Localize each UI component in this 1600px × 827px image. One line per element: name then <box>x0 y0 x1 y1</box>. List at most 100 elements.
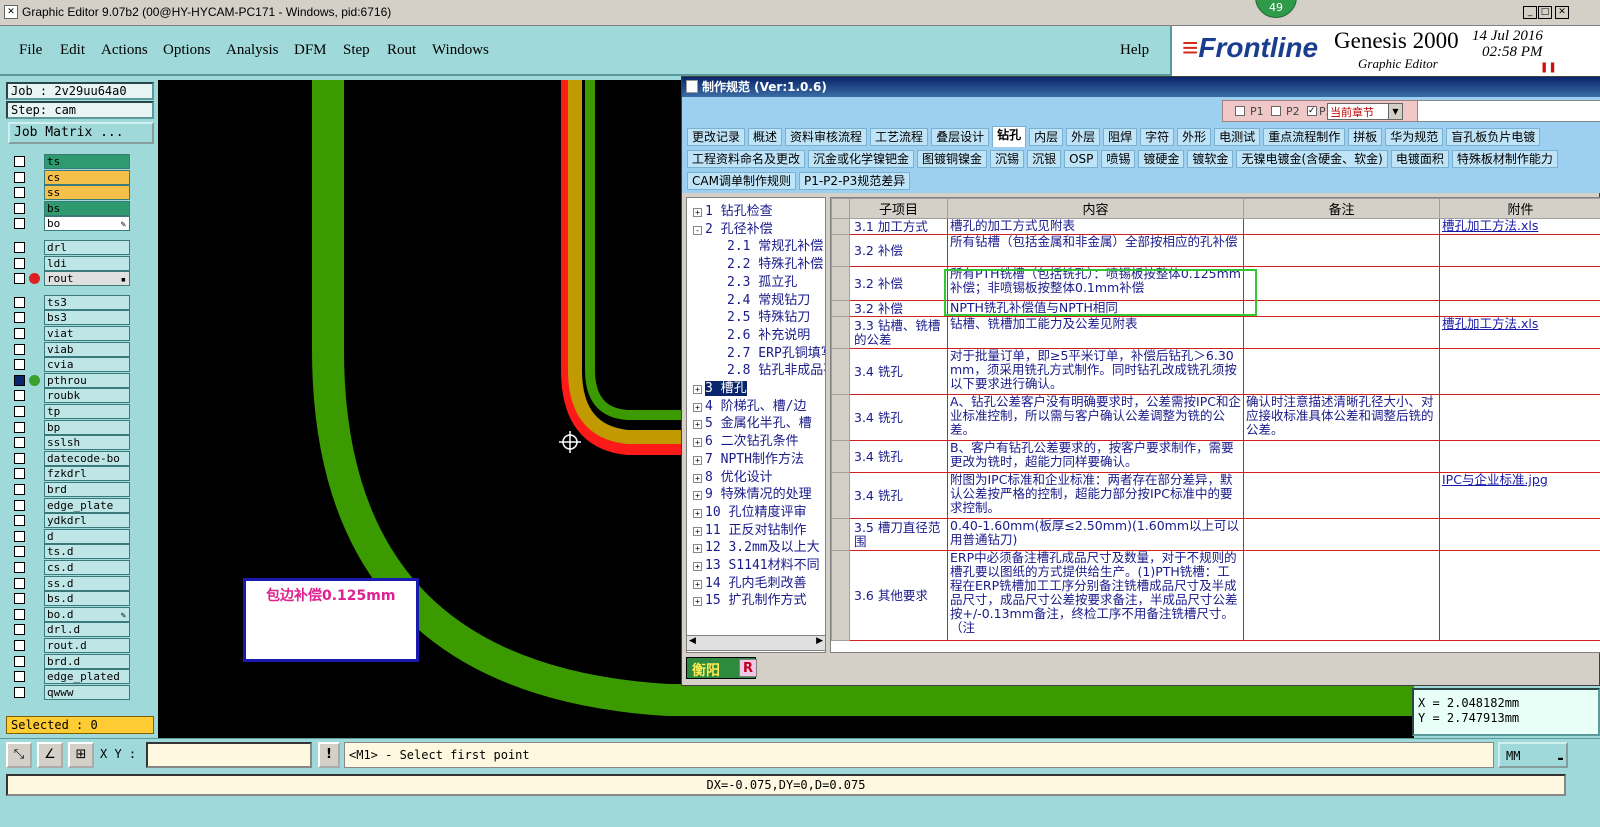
tab-tabs2-2[interactable]: 图镀铜镍金 <box>917 150 988 168</box>
layer-checkbox[interactable] <box>14 452 25 464</box>
tab-tabs1-0[interactable]: 更改记录 <box>687 128 746 146</box>
layer-name[interactable]: drl.d <box>44 622 130 638</box>
menu-dfm[interactable]: DFM <box>294 42 327 59</box>
layer-checkbox[interactable] <box>14 242 25 253</box>
layer-row-ydkdrl[interactable]: ydkdrl <box>10 513 130 529</box>
job-matrix-button[interactable]: Job Matrix ... <box>8 122 154 144</box>
layer-row-datecode-bo[interactable]: datecode-bo <box>10 450 130 466</box>
table-row[interactable]: 3.4 铣孔 B、客户有钻孔公差要求的，按客户要求制作，需要更改为铣时，超能力同样… <box>831 440 1600 473</box>
layer-row-cvia[interactable]: cvia <box>10 357 130 373</box>
expand-icon[interactable]: + <box>693 473 702 483</box>
layer-row-fzkdrl[interactable]: fzkdrl <box>10 466 130 482</box>
layer-name[interactable]: ts.d <box>44 544 130 560</box>
tab-tabs3-1[interactable]: P1-P2-P3规范差异 <box>798 172 911 190</box>
layer-checkbox[interactable] <box>14 218 25 230</box>
scroll-right-icon[interactable]: ▶ <box>816 636 823 646</box>
layer-row-ss[interactable]: ss <box>10 185 130 201</box>
layer-checkbox[interactable] <box>14 406 25 417</box>
tree-node[interactable]: 2.1 常规孔补偿 <box>727 235 823 254</box>
p1-checkbox[interactable] <box>1235 106 1245 116</box>
layer-row-bs.d[interactable]: bs.d <box>10 591 130 607</box>
layer-row-qwww[interactable]: qwww <box>10 684 130 700</box>
layer-checkbox[interactable] <box>14 499 25 511</box>
row-header[interactable] <box>831 394 850 441</box>
layer-checkbox[interactable] <box>14 171 25 183</box>
tab-tabs1-12[interactable]: 重点流程制作 <box>1263 128 1346 146</box>
expand-icon[interactable]: + <box>693 438 702 448</box>
layer-checkbox[interactable] <box>14 328 25 339</box>
layer-checkbox[interactable] <box>14 608 25 620</box>
tab-tabs1-13[interactable]: 拼板 <box>1348 128 1383 146</box>
tree-node[interactable]: +9 特殊情况的处理 <box>693 483 812 502</box>
layer-checkbox[interactable] <box>14 562 25 573</box>
layer-checkbox[interactable] <box>14 202 25 214</box>
layer-row-bs3[interactable]: bs3 <box>10 310 130 326</box>
table-row[interactable]: 3.2 补偿 所有钻槽（包括金属和非金属）全部按相应的孔补偿 <box>831 234 1600 267</box>
expand-icon[interactable]: + <box>693 455 702 465</box>
layer-row-viab[interactable]: viab <box>10 341 130 357</box>
row-header[interactable] <box>831 348 850 395</box>
layer-name[interactable]: bs.d <box>44 591 130 607</box>
layer-row-roubk[interactable]: roubk <box>10 388 130 404</box>
measure-tool-icon[interactable]: ∠ <box>37 742 63 768</box>
search-input[interactable] <box>1417 100 1600 122</box>
expand-icon[interactable]: + <box>693 491 702 501</box>
tab-tabs1-11[interactable]: 电测试 <box>1214 128 1261 146</box>
layer-name[interactable]: brd.d <box>44 653 130 669</box>
layer-name[interactable]: cs.d <box>44 560 130 575</box>
row-header[interactable] <box>831 440 850 473</box>
layer-row-d[interactable]: d <box>10 528 130 544</box>
expand-icon[interactable]: + <box>693 420 702 430</box>
layer-row-drl.d[interactable]: drl.d <box>10 622 130 638</box>
layer-name[interactable]: bo ✎ <box>44 216 130 232</box>
tree-node[interactable]: 2.2 特殊孔补偿 <box>727 253 823 272</box>
layer-name[interactable]: tp <box>44 404 130 419</box>
layer-name[interactable]: roubk <box>44 388 130 404</box>
tree-node[interactable]: +8 优化设计 <box>693 466 773 485</box>
layer-row-ldi[interactable]: ldi <box>10 255 130 271</box>
tree-node[interactable]: 2.3 孤立孔 <box>727 271 797 290</box>
table-row[interactable]: 3.6 其他要求 ERP中必须备注槽孔成品尺寸及数量，对于不规则的槽孔要以图纸的方… <box>831 550 1600 641</box>
tab-tabs1-15[interactable]: 盲孔板负片电镀 <box>1446 128 1541 146</box>
close-button[interactable]: ✕ <box>1555 6 1569 19</box>
layer-row-drl[interactable]: drl <box>10 240 130 255</box>
tab-tabs1-3[interactable]: 工艺流程 <box>870 128 929 146</box>
expand-icon[interactable]: + <box>693 579 702 589</box>
row-header[interactable] <box>831 472 850 519</box>
layer-row-bp[interactable]: bp <box>10 419 130 435</box>
tree-node[interactable]: +12 3.2mm及以上大 <box>693 536 820 555</box>
tree-node[interactable]: 2.7 ERP孔铜填写 <box>727 342 825 361</box>
attachment-link[interactable]: IPC与企业标准.jpg <box>1442 474 1548 488</box>
expand-icon[interactable]: + <box>693 208 702 217</box>
layer-name[interactable]: cs <box>44 169 130 185</box>
tab-tabs2-8[interactable]: 镀软金 <box>1187 150 1234 168</box>
layer-name[interactable]: pthrou <box>44 372 130 388</box>
layer-checkbox[interactable] <box>14 374 25 386</box>
table-row[interactable]: 3.4 铣孔 A、钻孔公差客户没有明确要求时，公差需按IPC和企业标准控制，所以需… <box>831 394 1600 441</box>
attachment-link[interactable]: 槽孔加工方法.xls <box>1442 318 1538 332</box>
layer-checkbox[interactable] <box>14 671 25 683</box>
tree-node[interactable]: +11 正反对钻制作 <box>693 519 806 538</box>
menu-help[interactable]: Help <box>1120 42 1149 59</box>
layer-name[interactable]: datecode-bo <box>44 450 130 466</box>
tree-node[interactable]: +15 扩孔制作方式 <box>693 589 806 608</box>
expand-icon[interactable]: + <box>693 508 702 518</box>
tab-tabs1-9[interactable]: 字符 <box>1140 128 1175 146</box>
layer-name[interactable]: sslsh <box>44 435 130 451</box>
layer-checkbox[interactable] <box>14 187 25 199</box>
table-row[interactable]: 3.4 铣孔 附图为IPC标准和企业标准：两者存在部分差异，默认公差按严格的控制，… <box>831 472 1600 519</box>
maximize-button[interactable]: □ <box>1538 6 1552 19</box>
layer-name[interactable]: edge_plated <box>44 669 130 685</box>
layer-name[interactable]: bo.d ✎ <box>44 606 130 622</box>
row-header[interactable] <box>831 218 850 235</box>
tree-node[interactable]: +10 孔位精度评审 <box>693 501 806 520</box>
table-row[interactable]: 3.3 钻槽、铣槽的公差 钻槽、铣槽加工能力及公差见附表 槽孔加工方法.xls <box>831 316 1600 349</box>
layer-name[interactable]: rout ▪ <box>44 271 130 287</box>
tree-node[interactable]: +3 槽孔 <box>693 377 747 396</box>
p2-checkbox[interactable] <box>1271 106 1281 116</box>
row-header[interactable] <box>831 518 850 551</box>
tab-tabs2-6[interactable]: 喷锡 <box>1101 150 1136 168</box>
layer-row-bo[interactable]: bo ✎ <box>10 216 130 232</box>
layer-checkbox[interactable] <box>14 359 25 371</box>
layer-row-bs[interactable]: bs <box>10 200 130 216</box>
